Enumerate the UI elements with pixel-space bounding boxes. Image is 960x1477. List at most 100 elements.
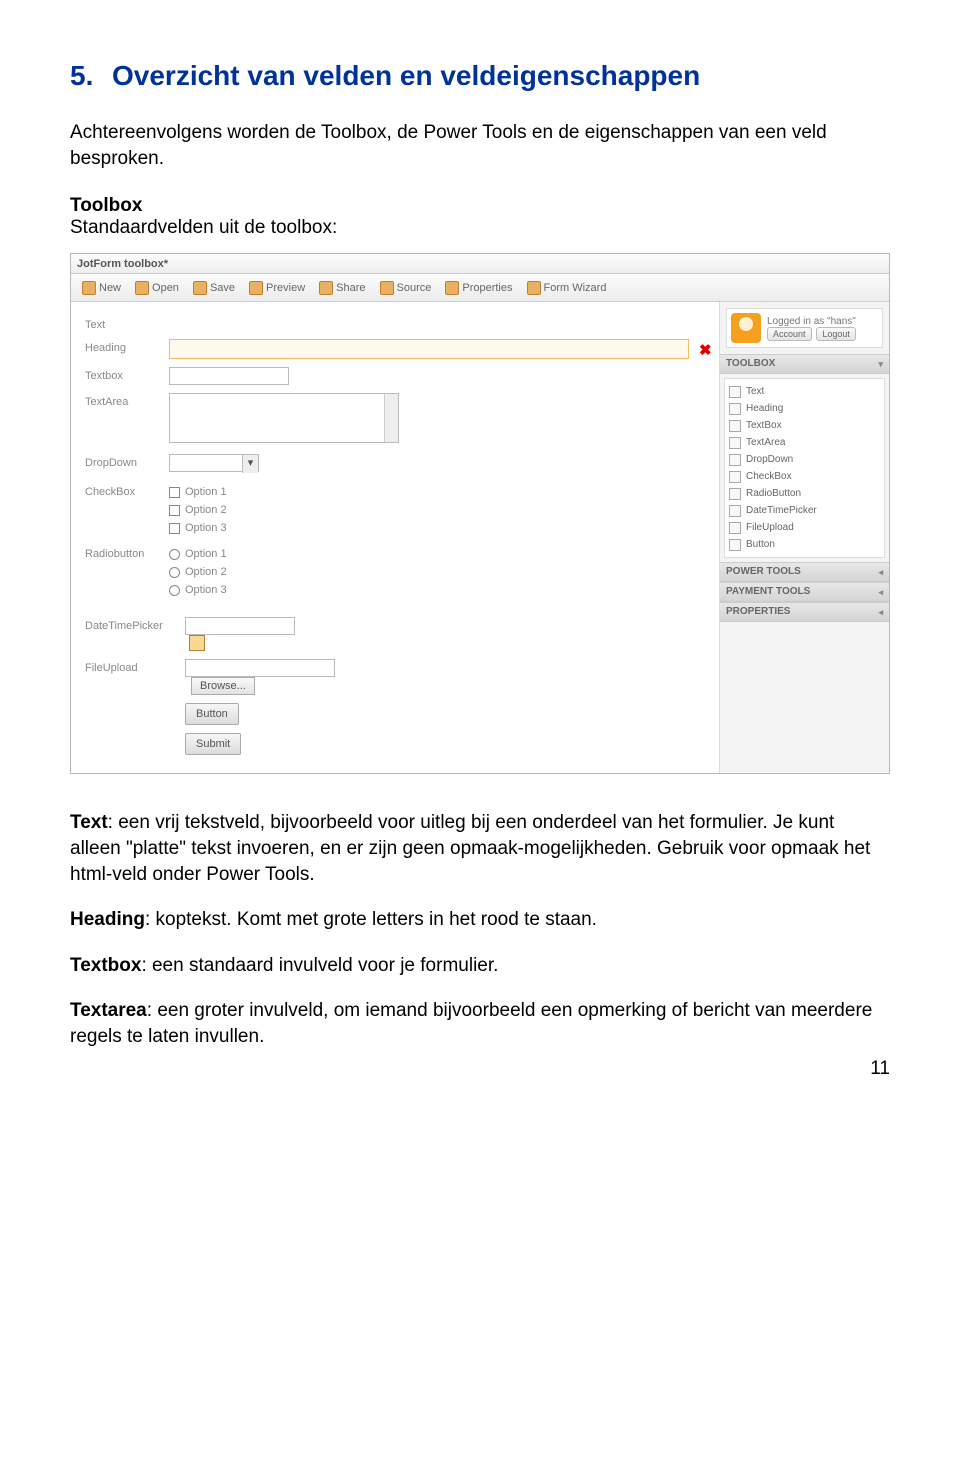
chevron-left-icon: ◂ <box>878 562 883 582</box>
intro-paragraph: Achtereenvolgens worden de Toolbox, de P… <box>70 120 890 171</box>
user-box: Logged in as "hans" Account Logout <box>726 308 883 348</box>
chevron-down-icon: ▾ <box>878 354 883 374</box>
wizard-icon <box>527 281 541 295</box>
textarea-icon <box>729 437 741 449</box>
page-title: 5.Overzicht van velden en veldeigenschap… <box>70 60 890 92</box>
panel-header-paymenttools[interactable]: PAYMENT TOOLS◂ <box>720 582 889 602</box>
new-icon <box>82 281 96 295</box>
toolbox-item-radiobutton[interactable]: RadioButton <box>729 485 880 502</box>
radio-icon <box>729 488 741 500</box>
chevron-left-icon: ◂ <box>878 602 883 622</box>
checkbox-option[interactable]: Option 2 <box>169 501 705 519</box>
upload-icon <box>729 522 741 534</box>
textbox-input[interactable] <box>169 367 289 385</box>
textarea-input[interactable] <box>169 393 399 443</box>
scroll-up-icon[interactable] <box>384 394 398 419</box>
desc-textbox-body: : een standaard invulveld voor je formul… <box>141 955 498 976</box>
jotform-screenshot: JotForm toolbox* New Open Save Preview S… <box>70 253 890 774</box>
desc-text-label: Text <box>70 812 108 833</box>
dropdown-input[interactable]: ▾ <box>169 454 259 472</box>
row-label-checkbox: CheckBox <box>85 483 169 498</box>
textbox-icon <box>729 420 741 432</box>
button-icon <box>729 539 741 551</box>
browse-button[interactable]: Browse... <box>191 677 255 695</box>
checkbox-option[interactable]: Option 1 <box>169 483 705 501</box>
dropdown-icon <box>729 454 741 466</box>
row-label-datetime: DateTimePicker <box>85 617 185 632</box>
page-number: 11 <box>870 1058 890 1080</box>
datetime-input[interactable] <box>185 617 295 635</box>
scroll-down-icon[interactable] <box>384 417 398 442</box>
toolbar-save-button[interactable]: Save <box>186 277 242 299</box>
panel-header-powertools[interactable]: POWER TOOLS◂ <box>720 562 889 582</box>
toolbox-item-textarea[interactable]: TextArea <box>729 434 880 451</box>
logout-button[interactable]: Logout <box>816 327 856 341</box>
submit-button[interactable]: Submit <box>185 733 241 755</box>
radio-icon <box>169 567 180 578</box>
preview-icon <box>249 281 263 295</box>
row-label-dropdown: DropDown <box>85 454 169 469</box>
radio-option[interactable]: Option 3 <box>169 581 705 599</box>
toolbar-open-button[interactable]: Open <box>128 277 186 299</box>
toolbox-item-textbox[interactable]: TextBox <box>729 417 880 434</box>
form-canvas: Text Heading ✖ Textbox TextArea DropDown… <box>71 302 719 773</box>
toolbar-formwizard-button[interactable]: Form Wizard <box>520 277 614 299</box>
toolbox-item-text[interactable]: Text <box>729 383 880 400</box>
toolbox-item-heading[interactable]: Heading <box>729 400 880 417</box>
toolbox-subtitle: Standaardvelden uit de toolbox: <box>70 217 890 239</box>
desc-textbox-label: Textbox <box>70 955 141 976</box>
desc-text-body: : een vrij tekstveld, bijvoorbeeld voor … <box>70 812 870 884</box>
checkbox-icon <box>169 523 180 534</box>
toolbox-item-checkbox[interactable]: CheckBox <box>729 468 880 485</box>
row-label-text: Text <box>85 316 169 331</box>
toolbox-item-fileupload[interactable]: FileUpload <box>729 519 880 536</box>
radio-option[interactable]: Option 1 <box>169 545 705 563</box>
desc-textarea: Textarea: een groter invulveld, om ieman… <box>70 998 890 1049</box>
desc-text: Text: een vrij tekstveld, bijvoorbeeld v… <box>70 810 890 887</box>
heading-text: Overzicht van velden en veldeigenschappe… <box>112 60 700 91</box>
text-icon <box>729 386 741 398</box>
heading-number: 5. <box>70 60 112 92</box>
toolbar-new-button[interactable]: New <box>75 277 128 299</box>
toolbar-share-button[interactable]: Share <box>312 277 372 299</box>
toolbar-preview-button[interactable]: Preview <box>242 277 312 299</box>
share-icon <box>319 281 333 295</box>
toolbar-source-button[interactable]: Source <box>373 277 439 299</box>
toolbox-item-button[interactable]: Button <box>729 536 880 553</box>
toolbox-item-datetimepicker[interactable]: DateTimePicker <box>729 502 880 519</box>
logged-in-text: Logged in as "hans" <box>767 316 858 327</box>
checkbox-icon <box>729 471 741 483</box>
fileupload-input[interactable] <box>185 659 335 677</box>
panel-header-toolbox[interactable]: TOOLBOX▾ <box>720 354 889 374</box>
desc-textarea-label: Textarea <box>70 1000 147 1021</box>
toolbox-item-dropdown[interactable]: DropDown <box>729 451 880 468</box>
row-label-radiobutton: Radiobutton <box>85 545 169 560</box>
close-icon[interactable]: ✖ <box>699 341 712 359</box>
panel-header-properties[interactable]: PROPERTIES◂ <box>720 602 889 622</box>
row-label-heading: Heading <box>85 339 169 354</box>
description-block: Text: een vrij tekstveld, bijvoorbeeld v… <box>70 810 890 1049</box>
chevron-left-icon: ◂ <box>878 582 883 602</box>
desc-textbox: Textbox: een standaard invulveld voor je… <box>70 953 890 979</box>
calendar-icon <box>729 505 741 517</box>
open-icon <box>135 281 149 295</box>
heading-icon <box>729 403 741 415</box>
toolbar-properties-button[interactable]: Properties <box>438 277 519 299</box>
desc-heading: Heading: koptekst. Komt met grote letter… <box>70 907 890 933</box>
row-label-fileupload: FileUpload <box>85 659 185 674</box>
account-button[interactable]: Account <box>767 327 812 341</box>
checkbox-option[interactable]: Option 3 <box>169 519 705 537</box>
row-label-textbox: Textbox <box>85 367 169 382</box>
generic-button[interactable]: Button <box>185 703 239 725</box>
heading-input[interactable] <box>169 339 689 359</box>
properties-icon <box>445 281 459 295</box>
calendar-icon[interactable] <box>189 635 205 651</box>
save-icon <box>193 281 207 295</box>
row-label-textarea: TextArea <box>85 393 169 408</box>
radio-icon <box>169 549 180 560</box>
sidebar: Logged in as "hans" Account Logout TOOLB… <box>719 302 889 773</box>
avatar-icon <box>731 313 761 343</box>
toolbox-title: Toolbox <box>70 195 890 217</box>
checkbox-icon <box>169 487 180 498</box>
radio-option[interactable]: Option 2 <box>169 563 705 581</box>
